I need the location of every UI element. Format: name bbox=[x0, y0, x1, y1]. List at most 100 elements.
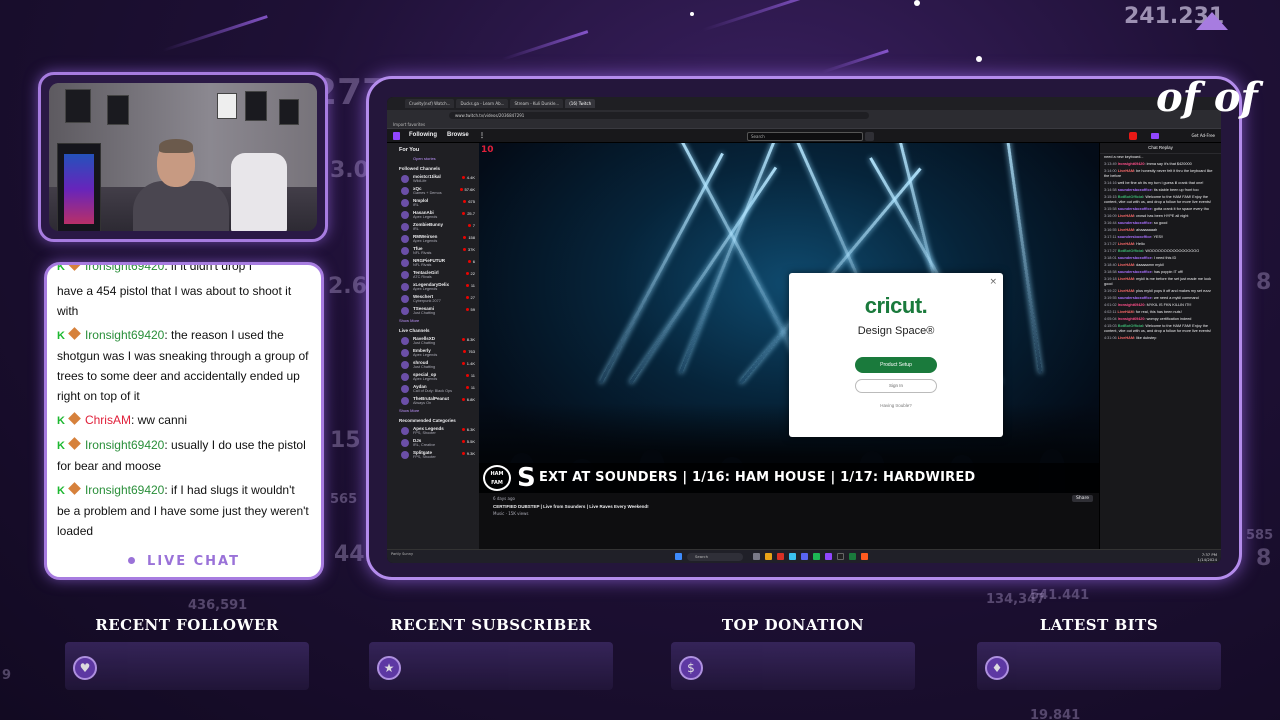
sidebar-channel[interactable]: HasanAbi Apex Legends 25.7 bbox=[387, 209, 479, 221]
edge-icon[interactable] bbox=[789, 553, 796, 560]
sidebar-channel[interactable]: Emberly Apex Legends 763 bbox=[387, 347, 479, 359]
sidebar-channel[interactable]: NRGPieFUTUR NFL Rivals 6 bbox=[387, 257, 479, 269]
explorer-icon[interactable] bbox=[765, 553, 772, 560]
message-user[interactable]: soundersboxoffice bbox=[1118, 188, 1152, 192]
message-user[interactable]: soundersboxoffice bbox=[1118, 296, 1152, 300]
avatar bbox=[401, 259, 409, 267]
chat-username[interactable]: Ironsight69420 bbox=[85, 265, 164, 273]
message-user[interactable]: Ironsight69420 bbox=[1118, 162, 1145, 166]
start-icon[interactable] bbox=[675, 553, 682, 560]
sign-in-button[interactable]: Sign In bbox=[855, 379, 937, 393]
message-time: 3:18:58 bbox=[1104, 270, 1117, 274]
search-icon[interactable] bbox=[865, 132, 874, 141]
obs-icon[interactable] bbox=[837, 553, 844, 560]
chat-message: K Ironsight69420: usually I do use the pi… bbox=[57, 435, 311, 476]
sidebar-channel[interactable]: Splitgate FPS, Shooter 9.3K bbox=[387, 449, 479, 461]
recent-follower-panel: RECENT FOLLOWER ♥ bbox=[62, 616, 312, 690]
chat-username[interactable]: Ironsight69420 bbox=[85, 328, 164, 342]
product-setup-button[interactable]: Product Setup bbox=[855, 357, 937, 373]
share-button[interactable]: Share bbox=[1072, 495, 1093, 502]
message-user[interactable]: LiveHAM bbox=[1118, 277, 1134, 281]
sidebar-channel[interactable]: ZombieBunny IRL 7 bbox=[387, 221, 479, 233]
browser-tab[interactable]: Stream - Kuli Dunkle... bbox=[510, 99, 564, 108]
prime-icon[interactable] bbox=[1151, 133, 1159, 139]
taskview-icon[interactable] bbox=[753, 553, 760, 560]
nav-following[interactable]: Following bbox=[409, 132, 437, 138]
nav-browse[interactable]: Browse bbox=[447, 132, 469, 138]
weather-widget[interactable]: Partly Sunny bbox=[391, 552, 413, 557]
message-user[interactable]: LiveHAM bbox=[1118, 289, 1134, 293]
taskbar-search[interactable]: Search bbox=[687, 553, 743, 561]
message-user[interactable]: LiveHAM bbox=[1118, 214, 1134, 218]
message-user[interactable]: LiveHAM bbox=[1118, 263, 1134, 267]
close-icon[interactable]: × bbox=[989, 277, 997, 287]
message-user[interactable]: Ironsight69420 bbox=[1118, 317, 1145, 321]
app-icon[interactable] bbox=[861, 553, 868, 560]
message-user[interactable]: soundersboxoffice bbox=[1118, 256, 1152, 260]
twitch-logo-icon[interactable] bbox=[393, 132, 400, 140]
message-time: 3:16:44 bbox=[1104, 221, 1117, 225]
sidebar-channel[interactable]: Tfue NFL Rivals 37K bbox=[387, 245, 479, 257]
sidebar-channel[interactable]: xLegendaryDelix Apex Legends 11 bbox=[387, 281, 479, 293]
message-user[interactable]: soundersboxoffice bbox=[1117, 235, 1151, 239]
show-more-link[interactable]: Show More bbox=[387, 317, 479, 325]
sidebar-channel[interactable]: Aydan Call of Duty: Black Ops 11 bbox=[387, 383, 479, 395]
message-user[interactable]: BotBotOfficial bbox=[1118, 324, 1144, 328]
bookmark-item[interactable]: Import favorites bbox=[393, 122, 425, 127]
sidebar-channel[interactable]: RavellsXD Just Chatting 8.3K bbox=[387, 335, 479, 347]
sidebar-channel[interactable]: TentacleGirl ATC Rivals 22 bbox=[387, 269, 479, 281]
sidebar-channel[interactable]: TheBrutalPeanut Always On 6.8K bbox=[387, 395, 479, 407]
viewer-count: 9.3K bbox=[462, 451, 475, 456]
message-user[interactable]: soundersboxoffice bbox=[1118, 270, 1152, 274]
chat-username[interactable]: Ironsight69420 bbox=[85, 483, 164, 497]
help-link[interactable]: Having trouble? bbox=[789, 403, 1003, 408]
video-player[interactable]: 10 × cricut. Design Space® Product Setup… bbox=[479, 143, 1103, 493]
message-user[interactable]: BotBotOfficial bbox=[1118, 249, 1144, 253]
sidebar-channel[interactable]: DJs IRL, Creative 5.5K bbox=[387, 437, 479, 449]
sidebar-channel[interactable]: Apex Legends FPS, Shooter 6.3K bbox=[387, 425, 479, 437]
chat-username[interactable]: ChrisAM bbox=[85, 413, 131, 427]
message-user[interactable]: soundersboxoffice bbox=[1118, 207, 1152, 211]
more-icon[interactable]: ⋮ bbox=[479, 132, 485, 139]
chat-username[interactable]: Ironsight69420 bbox=[85, 438, 164, 452]
sidebar-channel[interactable]: Weschert Cyberpunk 2077 27 bbox=[387, 293, 479, 305]
message-user[interactable]: LiveHAM bbox=[1118, 169, 1134, 173]
message-user[interactable]: LiveHAM bbox=[1118, 336, 1134, 340]
message-user[interactable]: soundersboxoffice bbox=[1118, 221, 1152, 225]
sidebar-channel[interactable]: Nmplol IRL 675 bbox=[387, 197, 479, 209]
message-user[interactable]: BotBotOfficial bbox=[1118, 195, 1144, 199]
address-bar[interactable]: www.twitch.tv/videos/2036847291 bbox=[449, 112, 869, 119]
sidebar-channel[interactable]: xQc Games + Demos 57.6K bbox=[387, 185, 479, 197]
search-input[interactable]: Search bbox=[747, 132, 863, 141]
show-more-link[interactable]: Show More bbox=[387, 407, 479, 415]
cricut-app-icon[interactable] bbox=[849, 553, 856, 560]
sidebar-channel[interactable]: TSeesami Just Chatting 59 bbox=[387, 305, 479, 317]
message-time: 3:16:55 bbox=[1104, 228, 1117, 232]
message-user[interactable]: LiveHAM bbox=[1117, 310, 1133, 314]
discord-icon[interactable] bbox=[801, 553, 808, 560]
browser-tab-active[interactable]: (16) Twitch bbox=[565, 99, 596, 108]
spotify-icon[interactable] bbox=[813, 553, 820, 560]
message-user[interactable]: Ironsight69420 bbox=[1118, 303, 1145, 307]
get-ad-free-button[interactable]: Get Ad-Free bbox=[1191, 132, 1215, 140]
message-user[interactable]: LiveHAM bbox=[1118, 228, 1134, 232]
browser-tab[interactable]: Ducks.ga - Learn Ab... bbox=[456, 99, 509, 108]
sidebar-channel[interactable]: RMWeirsen Apex Legends 158 bbox=[387, 233, 479, 245]
message-user[interactable]: LiveHAM bbox=[1118, 242, 1134, 246]
notification-icon[interactable] bbox=[1129, 132, 1137, 140]
viewer-count: 158 bbox=[463, 235, 475, 240]
sidebar-channel[interactable]: special_op Apex Legends 11 bbox=[387, 371, 479, 383]
viewer-count: 11 bbox=[466, 385, 475, 390]
sidebar-channel[interactable]: shroud Just Chatting 1.4K bbox=[387, 359, 479, 371]
message-text: need a new keyboard... bbox=[1104, 155, 1144, 159]
message-text: its stable been up front too bbox=[1153, 188, 1199, 192]
chrome-icon[interactable] bbox=[777, 553, 784, 560]
browser-tab[interactable]: Cruelty(nxf) Watch... bbox=[405, 99, 455, 108]
open-stories-link[interactable]: Open stories bbox=[387, 155, 479, 163]
twitch-app-icon[interactable] bbox=[825, 553, 832, 560]
ten-badge: 10 bbox=[481, 145, 494, 155]
message-time: 3:15:58 bbox=[1104, 207, 1117, 211]
webcam-feed bbox=[49, 83, 317, 231]
sidebar-channel[interactable]: moistcr1tikal WildLife 4.4K bbox=[387, 173, 479, 185]
message-time: 4:15:03 bbox=[1104, 324, 1117, 328]
